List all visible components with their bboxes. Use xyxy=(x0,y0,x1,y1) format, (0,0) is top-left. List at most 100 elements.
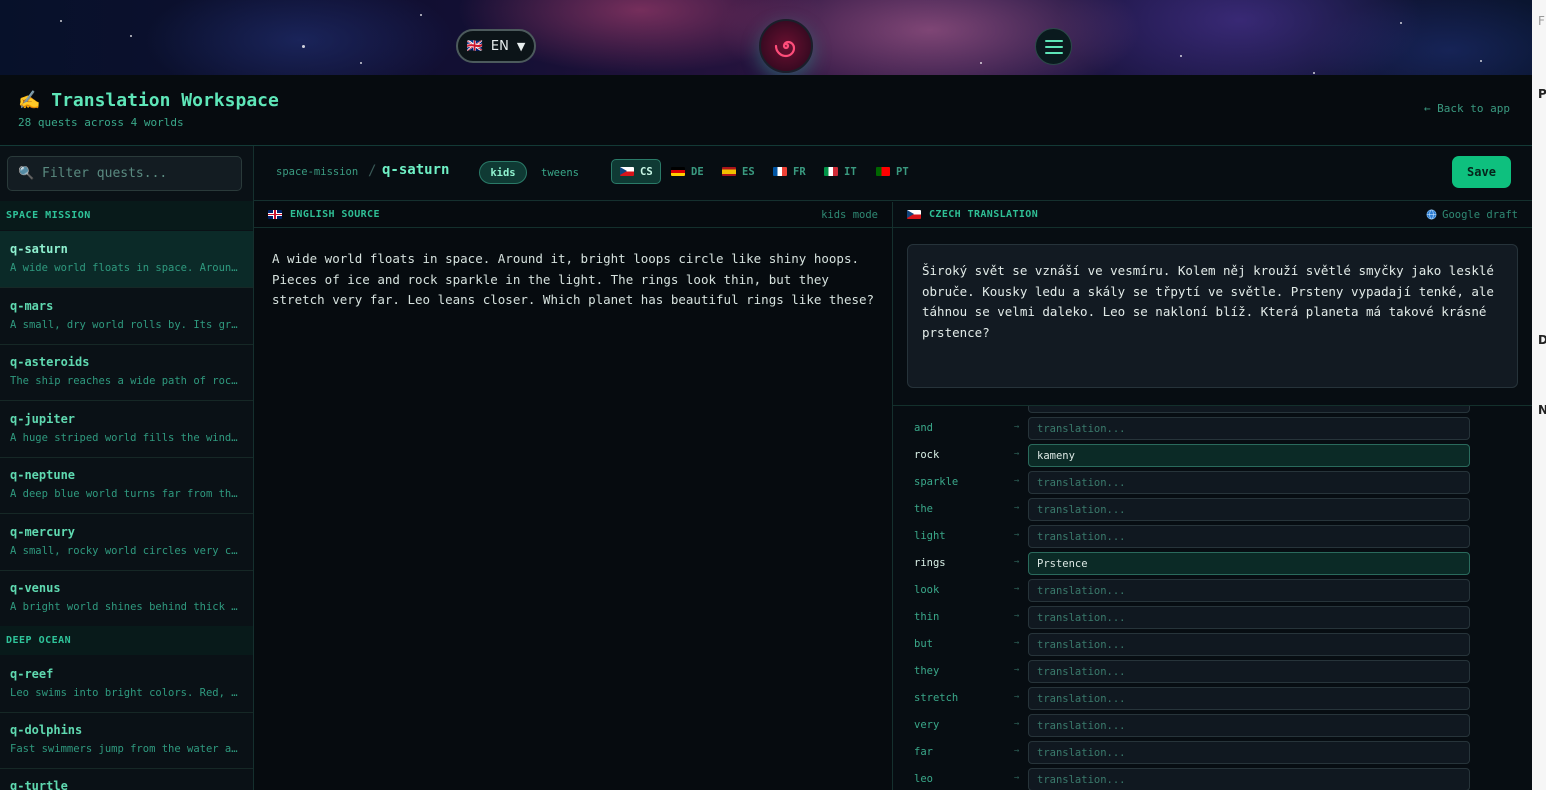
source-text: A wide world floats in space. Around it,… xyxy=(272,251,875,308)
quest-item[interactable]: q-mars A small, dry world rolls by. Its … xyxy=(0,288,253,345)
translation-textarea[interactable]: Široký svět se vznáší ve vesmíru. Kolem … xyxy=(907,244,1518,388)
filter-input[interactable] xyxy=(18,166,208,181)
quest-item[interactable]: q-venus A bright world shines behind thi… xyxy=(0,570,253,627)
czech-flag-icon xyxy=(620,167,634,176)
hamburger-icon xyxy=(1044,39,1063,54)
quest-desc: A bright world shines behind thick yello… xyxy=(10,601,243,613)
language-code: EN xyxy=(490,38,509,54)
quest-desc: Leo swims into bright colors. Red, yello… xyxy=(10,687,243,699)
lang-code: ES xyxy=(742,165,755,178)
french-flag-icon xyxy=(773,167,787,176)
glossary-word: light xyxy=(914,530,946,542)
glossary-translation-input[interactable] xyxy=(1028,606,1470,629)
glossary-translation-input[interactable] xyxy=(1028,444,1470,467)
quest-item[interactable]: q-mercury A small, rocky world circles v… xyxy=(0,514,253,571)
lang-code: DE xyxy=(691,165,704,178)
glossary-translation-input[interactable] xyxy=(1028,687,1470,710)
arrow-right-icon: → xyxy=(1014,719,1020,729)
quest-item[interactable]: q-asteroids The ship reaches a wide path… xyxy=(0,344,253,401)
mode-tweens-button[interactable]: tweens xyxy=(536,161,584,184)
glossary-translation-input[interactable] xyxy=(1028,525,1470,548)
strip-glyph: F xyxy=(1538,14,1545,28)
page-header: ✍️ Translation Workspace 28 quests acros… xyxy=(0,75,1532,146)
uk-flag-icon xyxy=(268,210,282,219)
arrow-right-icon: → xyxy=(1014,530,1020,540)
quest-item[interactable]: q-dolphins Fast swimmers jump from the w… xyxy=(0,712,253,769)
glossary-translation-input[interactable] xyxy=(1028,633,1470,656)
quest-item[interactable]: q-neptune A deep blue world turns far fr… xyxy=(0,457,253,514)
glossary-word: far xyxy=(914,746,933,758)
menu-button[interactable] xyxy=(1035,28,1072,65)
quest-name: q-mars xyxy=(10,299,54,313)
arrow-right-icon: → xyxy=(1014,773,1020,783)
group-header: DEEP OCEAN xyxy=(0,626,253,655)
lang-tab-pt[interactable]: PT xyxy=(868,159,917,184)
group-header: SPACE MISSION xyxy=(0,201,253,230)
glossary-translation-input[interactable] xyxy=(1028,714,1470,737)
glossary-translation-input[interactable] xyxy=(1028,741,1470,764)
glossary-row: very → xyxy=(893,713,1493,740)
quest-item[interactable]: q-saturn A wide world floats in space. A… xyxy=(0,231,253,288)
lang-code: PT xyxy=(896,165,909,178)
glossary-translation-input[interactable] xyxy=(1028,498,1470,521)
quest-desc: Fast swimmers jump from the water and sp… xyxy=(10,743,243,755)
glossary-row: but → xyxy=(893,632,1493,659)
page-subtitle: 28 quests across 4 worlds xyxy=(18,116,184,129)
filter-box[interactable] xyxy=(7,156,242,191)
lang-tab-it[interactable]: IT xyxy=(816,159,865,184)
lang-tab-de[interactable]: DE xyxy=(663,159,712,184)
arrow-right-icon: → xyxy=(1014,584,1020,594)
glossary-word: they xyxy=(914,665,940,677)
glossary-word: leo xyxy=(914,773,933,785)
strip-glyph: D xyxy=(1538,333,1546,347)
language-flag: 🇬🇧 xyxy=(466,38,483,54)
google-draft-button[interactable]: Google draft xyxy=(1426,209,1518,221)
back-to-app-link[interactable]: ← Back to app xyxy=(1424,102,1510,115)
glossary-word: sparkle xyxy=(914,476,959,488)
glossary-translation-input[interactable] xyxy=(1028,471,1470,494)
glossary-translation-input[interactable] xyxy=(1028,417,1470,440)
mode-kids-button[interactable]: kids xyxy=(479,161,527,184)
quest-item[interactable]: q-reef Leo swims into bright colors. Red… xyxy=(0,656,253,713)
breadcrumb-parent[interactable]: space-mission xyxy=(276,166,358,178)
quest-item[interactable]: q-jupiter A huge striped world fills the… xyxy=(0,401,253,458)
quest-desc: A deep blue world turns far from the sun… xyxy=(10,488,243,500)
lang-tab-fr[interactable]: FR xyxy=(765,159,814,184)
glossary-row: rock → xyxy=(893,443,1493,470)
glossary-translation-input[interactable] xyxy=(1028,579,1470,602)
arrow-right-icon: → xyxy=(1014,638,1020,648)
side-scroll-strip[interactable]: F P D N xyxy=(1532,0,1546,790)
glossary-row: the → xyxy=(893,497,1493,524)
language-selector[interactable]: 🇬🇧 EN ▼ xyxy=(456,29,536,63)
glossary-partial-field[interactable] xyxy=(1028,406,1470,413)
chevron-down-icon: ▼ xyxy=(516,39,526,53)
quest-desc: A huge striped world fills the window wi… xyxy=(10,432,243,444)
app-logo[interactable] xyxy=(759,19,813,73)
quest-desc: A small, rocky world circles very close … xyxy=(10,545,243,557)
glossary-word: very xyxy=(914,719,940,731)
quest-item[interactable]: q-turtle xyxy=(0,768,253,790)
quest-name: q-turtle xyxy=(10,779,68,790)
editor-toolbar: space-mission / q-saturn kids tweens CS … xyxy=(254,146,1532,201)
quest-name: q-jupiter xyxy=(10,412,76,426)
quest-sidebar: SPACE MISSION q-saturn A wide world floa… xyxy=(0,146,254,790)
glossary-row: leo → xyxy=(893,767,1493,790)
translation-label-text: CZECH TRANSLATION xyxy=(929,209,1039,220)
glossary-row: light → xyxy=(893,524,1493,551)
glossary-word: but xyxy=(914,638,933,650)
arrow-right-icon: → xyxy=(1014,665,1020,675)
quest-desc: A small, dry world rolls by. Its ground … xyxy=(10,319,243,331)
save-button[interactable]: Save xyxy=(1452,156,1511,188)
lang-tab-cs[interactable]: CS xyxy=(611,159,661,184)
translation-label: CZECH TRANSLATION xyxy=(907,209,1038,220)
source-panel: ENGLISH SOURCE kids mode A wide world fl… xyxy=(254,202,893,790)
glossary-translation-input[interactable] xyxy=(1028,660,1470,683)
glossary-row: and → xyxy=(893,416,1493,443)
glossary-translation-input[interactable] xyxy=(1028,552,1470,575)
google-draft-label: Google draft xyxy=(1442,208,1518,221)
german-flag-icon xyxy=(671,167,685,176)
lang-tab-es[interactable]: ES xyxy=(714,159,763,184)
glossary-translation-input[interactable] xyxy=(1028,768,1470,790)
mode-indicator: kids mode xyxy=(821,208,878,221)
glossary-word: stretch xyxy=(914,692,959,704)
